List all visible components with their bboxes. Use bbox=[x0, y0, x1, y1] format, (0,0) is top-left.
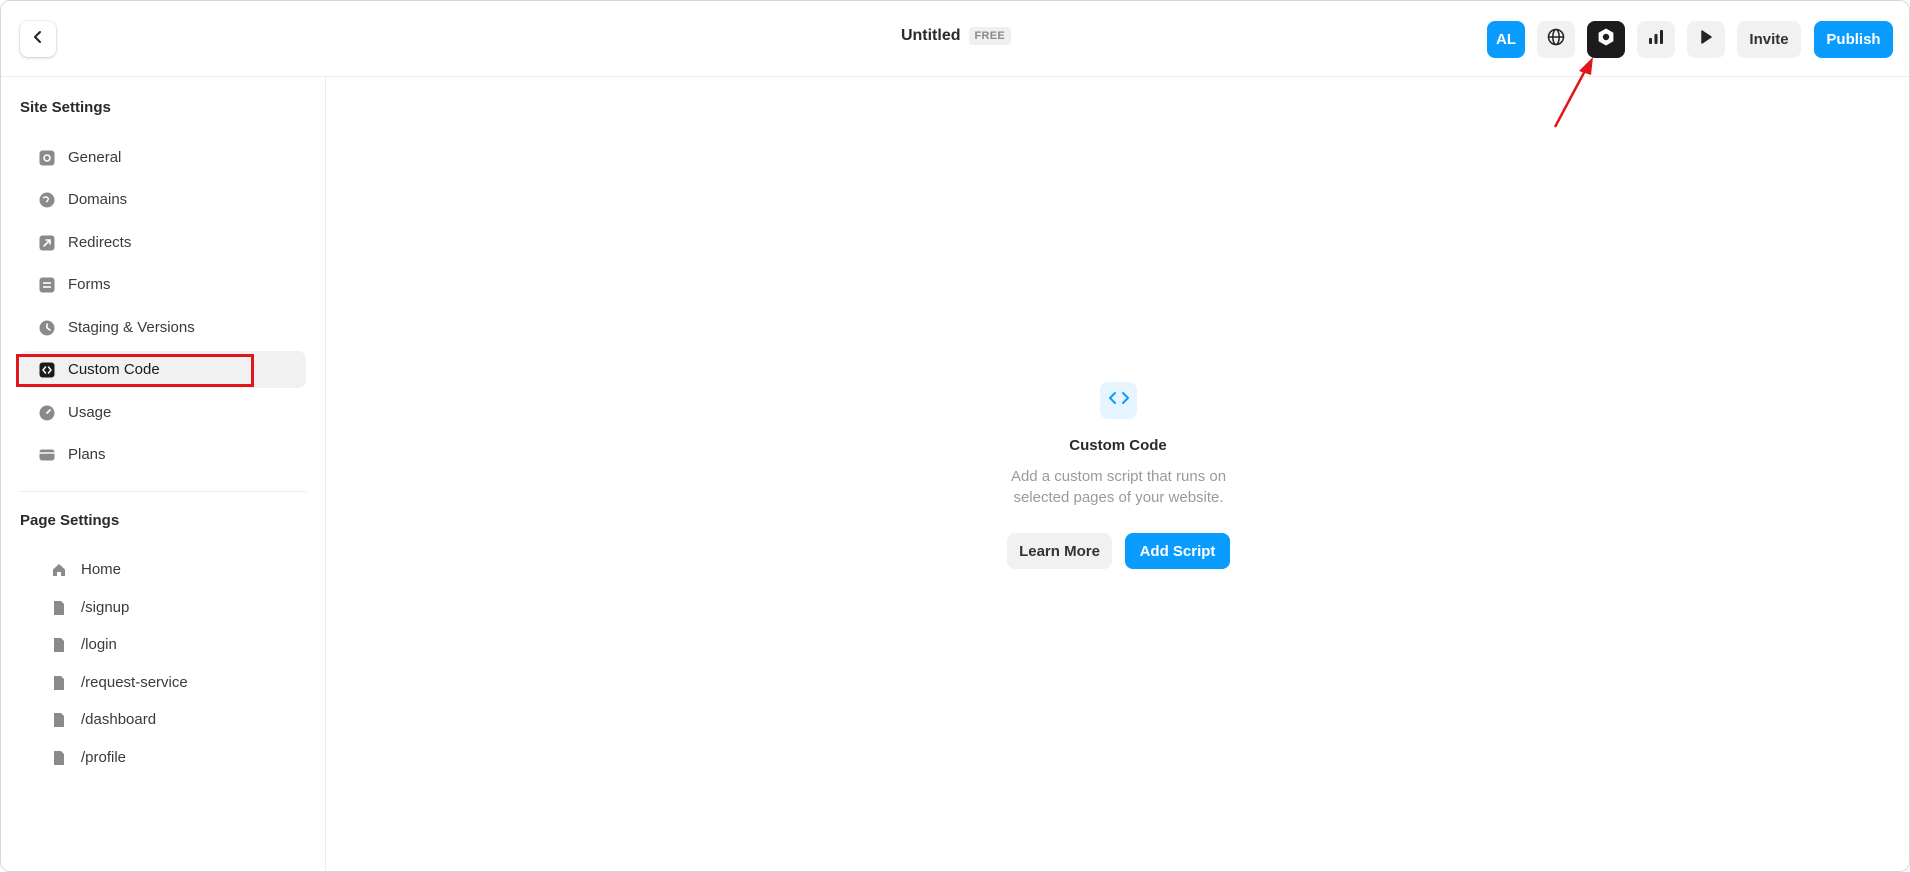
form-icon bbox=[39, 277, 55, 293]
preview-button[interactable] bbox=[1687, 21, 1725, 58]
bar-chart-icon bbox=[1647, 28, 1665, 51]
user-avatar-button[interactable]: AL bbox=[1487, 21, 1525, 58]
plan-badge: FREE bbox=[968, 27, 1012, 45]
learn-more-button[interactable]: Learn More bbox=[1007, 533, 1112, 569]
page-settings-title: Page Settings bbox=[20, 512, 120, 529]
code-icon bbox=[1108, 390, 1130, 411]
page-icon bbox=[51, 637, 67, 653]
site-title[interactable]: Untitled bbox=[901, 27, 961, 45]
page-item-dashboard[interactable]: /dashboard bbox=[20, 701, 306, 738]
page-item-label: /profile bbox=[81, 749, 127, 766]
sidebar-item-label: Redirects bbox=[68, 234, 132, 251]
sidebar-divider bbox=[20, 491, 306, 492]
sidebar-item-label: Domains bbox=[68, 191, 128, 208]
site-settings-title: Site Settings bbox=[20, 99, 111, 116]
globe-icon bbox=[39, 192, 55, 208]
page-item-login[interactable]: /login bbox=[20, 626, 306, 663]
empty-state-title: Custom Code bbox=[1069, 437, 1167, 454]
custom-code-empty-icon bbox=[1100, 382, 1137, 419]
page-icon bbox=[51, 675, 67, 691]
avatar-initials: AL bbox=[1496, 31, 1516, 48]
page-item-request-service[interactable]: /request-service bbox=[20, 664, 306, 701]
add-script-label: Add Script bbox=[1139, 542, 1216, 560]
settings-sidebar: Site Settings General Domains Redirects … bbox=[1, 77, 326, 871]
analytics-button[interactable] bbox=[1637, 21, 1675, 58]
sidebar-item-redirects[interactable]: Redirects bbox=[20, 224, 306, 261]
page-item-label: /signup bbox=[81, 599, 130, 616]
top-bar: Untitled FREE AL Invite Publish bbox=[1, 1, 1909, 77]
sidebar-item-label: Usage bbox=[68, 404, 112, 421]
page-item-home[interactable]: Home bbox=[20, 551, 306, 588]
settings-icon bbox=[39, 150, 55, 166]
page-icon bbox=[51, 750, 67, 766]
page-icon bbox=[51, 712, 67, 728]
empty-state-description: Add a custom script that runs on selecte… bbox=[1010, 468, 1227, 506]
redirect-arrow-icon bbox=[39, 235, 55, 251]
page-item-label: /login bbox=[81, 636, 117, 653]
clock-icon bbox=[39, 320, 55, 336]
app-window: Untitled FREE AL Invite Publish Site Set… bbox=[0, 0, 1910, 872]
home-icon bbox=[51, 562, 67, 578]
page-icon bbox=[51, 600, 67, 616]
code-icon bbox=[39, 362, 55, 378]
sidebar-item-label: Forms bbox=[68, 276, 111, 293]
invite-button[interactable]: Invite bbox=[1737, 21, 1801, 58]
learn-more-label: Learn More bbox=[1019, 542, 1100, 560]
sidebar-item-label: Staging & Versions bbox=[68, 319, 195, 336]
sidebar-item-forms[interactable]: Forms bbox=[20, 266, 306, 303]
invite-label: Invite bbox=[1749, 31, 1789, 48]
play-icon bbox=[1698, 29, 1714, 50]
sidebar-item-usage[interactable]: Usage bbox=[20, 394, 306, 431]
gauge-icon bbox=[39, 405, 55, 421]
sidebar-item-staging[interactable]: Staging & Versions bbox=[20, 309, 306, 346]
page-item-label: /dashboard bbox=[81, 711, 157, 728]
hexagon-settings-icon bbox=[1596, 27, 1616, 52]
page-item-profile[interactable]: /profile bbox=[20, 739, 306, 776]
add-script-button[interactable]: Add Script bbox=[1125, 533, 1230, 569]
sidebar-item-domains[interactable]: Domains bbox=[20, 181, 306, 218]
publish-button[interactable]: Publish bbox=[1814, 21, 1893, 58]
globe-icon bbox=[1547, 28, 1565, 51]
sidebar-item-label: General bbox=[68, 149, 122, 166]
page-item-label: Home bbox=[81, 561, 122, 578]
sidebar-item-custom-code[interactable]: Custom Code bbox=[20, 351, 306, 388]
sidebar-item-general[interactable]: General bbox=[20, 139, 306, 176]
site-settings-globe-button[interactable] bbox=[1537, 21, 1575, 58]
settings-button[interactable] bbox=[1587, 21, 1625, 58]
publish-label: Publish bbox=[1826, 31, 1881, 48]
page-item-label: /request-service bbox=[81, 674, 188, 691]
page-item-signup[interactable]: /signup bbox=[20, 589, 306, 626]
sidebar-item-label: Custom Code bbox=[68, 361, 160, 378]
